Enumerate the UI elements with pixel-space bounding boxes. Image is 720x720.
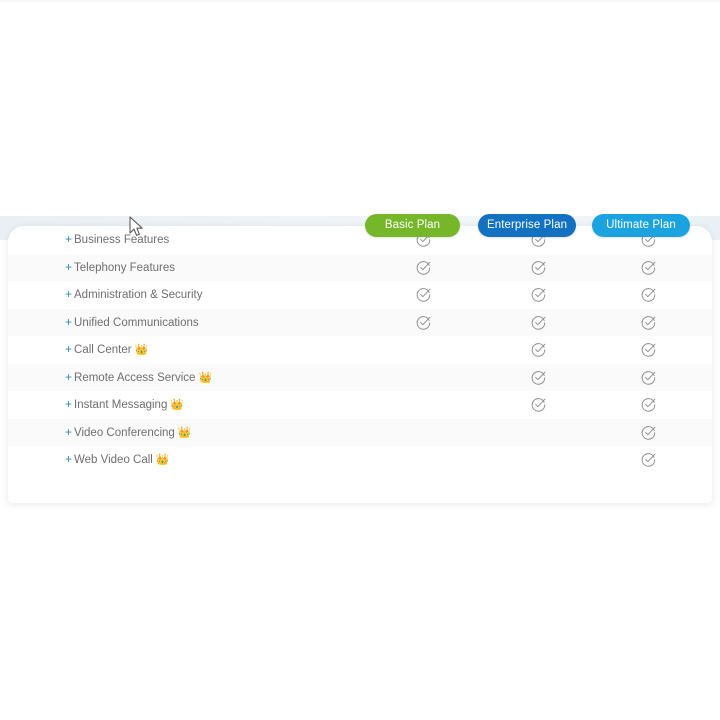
- feature-cell-basic: [408, 336, 438, 364]
- check-circle-icon: [641, 260, 655, 275]
- feature-cell-enterprise: [523, 446, 553, 474]
- feature-name-text: Web Video Call: [74, 454, 153, 466]
- feature-name-text: Remote Access Service: [74, 371, 196, 384]
- feature-row-label[interactable]: + Administration & Security: [65, 281, 202, 309]
- feature-cell-basic: [408, 364, 438, 392]
- top-edge-strip: [0, 0, 720, 2]
- pricing-comparison-page: Basic Plan Enterprise Plan Ultimate Plan…: [0, 0, 720, 720]
- plan-tab-enterprise[interactable]: Enterprise Plan: [478, 214, 576, 237]
- plan-tab-ultimate[interactable]: Ultimate Plan: [592, 214, 690, 237]
- feature-cell-enterprise: [523, 254, 553, 282]
- plus-expand-icon[interactable]: +: [65, 342, 72, 356]
- check-circle-icon: [641, 398, 655, 412]
- feature-cell-enterprise: [523, 336, 553, 364]
- plan-tabs: Basic Plan Enterprise Plan Ultimate Plan: [0, 214, 720, 238]
- feature-name-text: Telephony Features: [74, 261, 176, 274]
- feature-cell-basic: [408, 446, 438, 474]
- feature-cell-enterprise: [523, 391, 553, 419]
- feature-row: + Web Video Call 👑: [8, 446, 712, 474]
- feature-cell-enterprise: [523, 309, 553, 337]
- check-circle-icon: [531, 343, 545, 357]
- feature-cell-enterprise: [523, 419, 553, 447]
- feature-row-list: + Business Features + Telephony Features + Ad…: [8, 226, 712, 474]
- crown-icon: 👑: [198, 371, 213, 384]
- feature-cell-ultimate: [633, 254, 663, 282]
- feature-row-label[interactable]: + Video Conferencing 👑: [65, 419, 192, 447]
- feature-row: + Unified Communications: [8, 308, 712, 337]
- plus-expand-icon[interactable]: +: [65, 260, 72, 274]
- feature-cell-ultimate: [633, 419, 663, 447]
- plus-expand-icon[interactable]: +: [65, 397, 72, 411]
- feature-row-label[interactable]: + Remote Access Service 👑: [65, 364, 212, 392]
- plus-expand-icon[interactable]: +: [65, 315, 72, 329]
- feature-row: + Video Conferencing 👑: [8, 418, 712, 447]
- feature-row-label[interactable]: + Web Video Call 👑: [65, 446, 170, 474]
- check-circle-icon: [531, 370, 545, 385]
- check-circle-icon: [641, 315, 655, 330]
- crown-icon: 👑: [134, 344, 149, 356]
- feature-name-text: Video Conferencing: [74, 426, 175, 439]
- feature-name-text: Call Center: [74, 344, 132, 356]
- check-circle-icon: [531, 315, 545, 330]
- feature-cell-ultimate: [633, 364, 663, 392]
- feature-cell-ultimate: [633, 281, 663, 309]
- plan-tab-basic[interactable]: Basic Plan: [365, 214, 460, 237]
- check-circle-icon: [531, 288, 545, 302]
- check-circle-icon: [416, 315, 430, 330]
- feature-name-text: Administration & Security: [74, 289, 203, 301]
- check-circle-icon: [641, 370, 655, 385]
- feature-comparison-card: + Business Features + Telephony Features + Ad…: [8, 226, 712, 503]
- feature-cell-ultimate: [633, 309, 663, 337]
- feature-cell-basic: [408, 391, 438, 419]
- feature-row: + Call Center 👑: [8, 336, 712, 364]
- feature-row-label[interactable]: + Unified Communications: [65, 309, 199, 337]
- check-circle-icon: [641, 453, 655, 467]
- feature-cell-basic: [408, 254, 438, 282]
- feature-name-text: Unified Communications: [74, 316, 199, 329]
- feature-cell-basic: [408, 309, 438, 337]
- feature-row-label[interactable]: + Call Center 👑: [65, 336, 148, 364]
- feature-name-text: Instant Messaging: [74, 399, 168, 411]
- feature-cell-ultimate: [633, 391, 663, 419]
- feature-cell-basic: [408, 281, 438, 309]
- feature-cell-enterprise: [523, 281, 553, 309]
- check-circle-icon: [416, 260, 430, 275]
- feature-row: + Telephony Features: [8, 253, 712, 282]
- plus-expand-icon[interactable]: +: [65, 370, 72, 384]
- plus-expand-icon[interactable]: +: [65, 452, 72, 466]
- feature-row-label[interactable]: + Telephony Features: [65, 254, 175, 282]
- plus-expand-icon[interactable]: +: [65, 287, 72, 301]
- check-circle-icon: [416, 288, 430, 302]
- feature-row-label[interactable]: + Instant Messaging 👑: [65, 391, 184, 419]
- feature-cell-enterprise: [523, 364, 553, 392]
- check-circle-icon: [531, 398, 545, 412]
- crown-icon: 👑: [170, 399, 185, 411]
- feature-cell-basic: [408, 419, 438, 447]
- plus-expand-icon[interactable]: +: [65, 425, 72, 439]
- crown-icon: 👑: [155, 454, 170, 466]
- check-circle-icon: [641, 425, 655, 440]
- crown-icon: 👑: [177, 426, 192, 439]
- feature-cell-ultimate: [633, 446, 663, 474]
- check-circle-icon: [531, 260, 545, 275]
- check-circle-icon: [641, 288, 655, 302]
- feature-row: + Instant Messaging 👑: [8, 391, 712, 419]
- check-circle-icon: [641, 343, 655, 357]
- feature-row: + Administration & Security: [8, 281, 712, 309]
- feature-row: + Remote Access Service 👑: [8, 363, 712, 392]
- feature-cell-ultimate: [633, 336, 663, 364]
